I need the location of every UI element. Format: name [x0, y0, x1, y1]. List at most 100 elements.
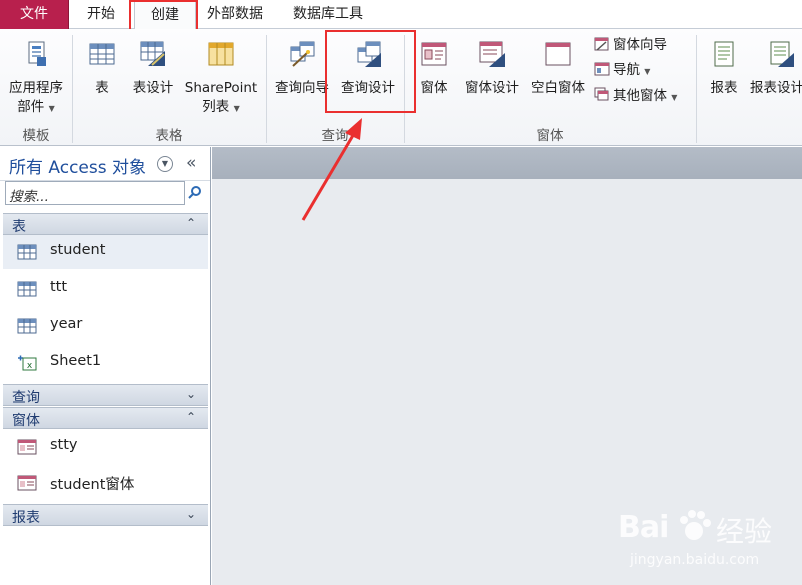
nav-section-reports[interactable]: 报表 ⌄ — [3, 504, 208, 526]
watermark-url: jingyan.baidu.com — [630, 552, 760, 568]
form-button[interactable]: 窗体 — [416, 39, 452, 98]
group-label-tables: 表格 — [155, 128, 183, 144]
sharepoint-label-2: 列表 — [202, 99, 230, 115]
app-parts-button[interactable]: 应用程序 部件 ▼ — [3, 39, 69, 118]
navigation-icon — [594, 62, 610, 76]
dropdown-arrow-icon: ▼ — [644, 67, 651, 76]
nav-title[interactable]: 所有 Access 对象 — [9, 153, 146, 178]
more-forms-button[interactable]: 其他窗体 ▼ — [594, 86, 677, 108]
nav-item-linked-excel-table[interactable]: x Sheet1 — [3, 346, 208, 380]
report-design-icon — [770, 41, 794, 67]
form-icon — [17, 475, 37, 491]
nav-item-label: stty — [50, 437, 78, 453]
table-design-button[interactable]: 表设计 — [126, 39, 180, 98]
tab-create[interactable]: 创建 — [134, 0, 196, 30]
form-icon — [421, 42, 447, 66]
table-design-icon — [140, 41, 165, 66]
form-icon — [17, 439, 37, 455]
nav-item-form[interactable]: stty — [3, 430, 208, 464]
nav-item-label: student窗体 — [50, 477, 135, 493]
app-parts-icon — [28, 41, 46, 66]
linked-excel-icon: x — [18, 355, 37, 371]
group-label-templates: 模板 — [22, 128, 50, 144]
more-forms-icon — [594, 87, 609, 101]
tab-external-data[interactable]: 外部数据 — [196, 0, 274, 29]
nav-item-label: year — [50, 316, 83, 332]
search-icon[interactable] — [188, 185, 202, 199]
tab-database-tools[interactable]: 数据库工具 — [280, 0, 376, 29]
query-design-label: 查询设计 — [341, 80, 395, 96]
expand-icon: ⌄ — [185, 507, 196, 521]
nav-item-form[interactable]: student窗体 — [3, 466, 208, 500]
report-icon — [714, 41, 734, 67]
form-design-button[interactable]: 窗体设计 — [460, 39, 524, 98]
blank-form-icon — [545, 42, 571, 66]
dropdown-arrow-icon: ▼ — [233, 104, 240, 113]
navigation-label: 导航 — [613, 62, 640, 78]
table-label: 表 — [95, 80, 109, 96]
query-design-icon — [357, 41, 381, 67]
tab-home[interactable]: 开始 — [72, 0, 130, 29]
query-wizard-icon — [290, 41, 315, 67]
report-design-button[interactable]: 报表设计 — [750, 39, 802, 98]
shutter-bar-close-icon[interactable]: « — [186, 153, 196, 173]
section-label: 表 — [12, 219, 26, 235]
table-icon — [17, 281, 37, 297]
form-label: 窗体 — [420, 80, 448, 96]
table-button[interactable]: 表 — [84, 39, 120, 98]
section-label: 窗体 — [12, 413, 40, 429]
query-design-button[interactable]: 查询设计 — [336, 39, 400, 98]
table-icon — [17, 318, 37, 334]
form-wizard-label: 窗体向导 — [613, 37, 667, 53]
nav-header: 所有 Access 对象 ▼ « — [0, 147, 210, 181]
group-label-forms: 窗体 — [536, 128, 564, 144]
app-parts-label-2: 部件 — [17, 99, 45, 115]
collapse-icon: ⌃ — [185, 410, 196, 424]
sharepoint-label: SharePoint — [184, 80, 258, 96]
table-icon — [17, 244, 37, 260]
form-wizard-icon — [594, 37, 609, 51]
query-wizard-label: 查询向导 — [275, 80, 329, 96]
blank-form-button[interactable]: 空白窗体 — [526, 39, 590, 98]
nav-section-tables[interactable]: 表 ⌃ — [3, 213, 208, 235]
nav-item-table[interactable]: student — [3, 235, 208, 269]
nav-item-label: student — [50, 242, 106, 258]
sharepoint-list-button[interactable]: SharePoint 列表 ▼ — [180, 39, 262, 118]
query-wizard-button[interactable]: 查询向导 — [271, 39, 333, 98]
nav-item-label: ttt — [50, 279, 68, 295]
nav-section-queries[interactable]: 查询 ⌄ — [3, 384, 208, 406]
more-forms-label: 其他窗体 — [613, 88, 667, 104]
nav-item-table[interactable]: ttt — [3, 272, 208, 306]
section-label: 查询 — [12, 390, 40, 406]
navigation-button[interactable]: 导航 ▼ — [594, 60, 650, 82]
dropdown-arrow-icon: ▼ — [48, 104, 55, 113]
blank-form-label: 空白窗体 — [531, 80, 585, 96]
table-icon — [89, 43, 115, 65]
form-wizard-button[interactable]: 窗体向导 — [594, 35, 667, 55]
ribbon: 应用程序 部件 ▼ 模板 表 表设计 SharePoint 列表 ▼ 表格 查询… — [0, 29, 802, 146]
nav-menu-dropdown-icon[interactable]: ▼ — [157, 156, 173, 172]
nav-item-table[interactable]: year — [3, 309, 208, 343]
workspace-header-bar — [212, 147, 802, 179]
dropdown-arrow-icon: ▼ — [671, 93, 678, 102]
navigation-pane: 所有 Access 对象 ▼ « 搜索... 表 ⌃ student ttt ye… — [0, 147, 211, 585]
nav-section-forms[interactable]: 窗体 ⌃ — [3, 407, 208, 429]
group-separator — [696, 35, 697, 143]
watermark-brand-2: 经验 — [716, 515, 773, 548]
form-design-icon — [479, 41, 505, 67]
table-design-label: 表设计 — [132, 80, 174, 96]
baidu-watermark: Bai 经验 jingyan.baidu.com — [610, 490, 790, 580]
watermark-brand: Bai — [618, 510, 669, 545]
nav-search-input[interactable]: 搜索... — [5, 181, 185, 205]
ribbon-tab-bar: 文件 开始 创建 外部数据 数据库工具 — [0, 0, 802, 30]
report-button[interactable]: 报表 — [706, 39, 742, 98]
nav-item-label: Sheet1 — [50, 353, 102, 369]
search-placeholder: 搜索... — [9, 189, 49, 205]
group-label-queries: 查询 — [321, 128, 349, 144]
tab-file[interactable]: 文件 — [0, 0, 69, 29]
collapse-icon: ⌃ — [185, 216, 196, 230]
report-label: 报表 — [710, 80, 738, 96]
section-label: 报表 — [12, 510, 40, 526]
expand-icon: ⌄ — [185, 387, 196, 401]
app-parts-label: 应用程序 — [9, 80, 63, 96]
